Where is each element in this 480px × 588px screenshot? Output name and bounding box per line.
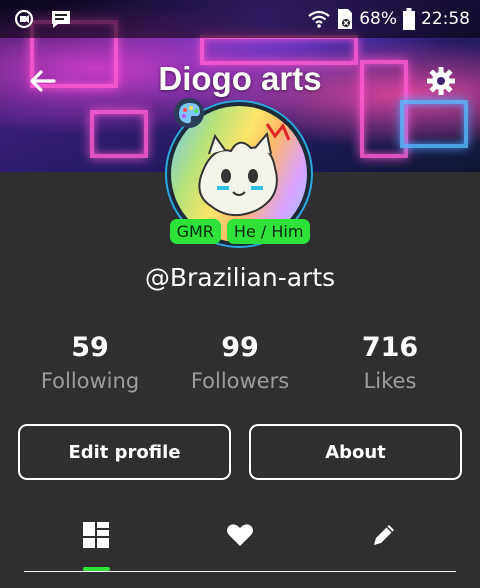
pronoun-badge: He / Him: [226, 219, 311, 244]
about-button[interactable]: About: [249, 424, 462, 480]
message-icon: [52, 11, 70, 28]
banner-decoration: [400, 100, 468, 148]
top-bar: Diogo arts: [0, 58, 480, 106]
username: @Brazilian-arts: [144, 263, 336, 292]
battery-icon: [403, 8, 415, 30]
profile-tags: GMR He / Him: [0, 219, 480, 244]
battery-percent: 68%: [359, 9, 397, 29]
gear-icon[interactable]: [424, 64, 458, 98]
clock: 22:58: [421, 9, 470, 29]
palette-badge-icon: [174, 98, 204, 128]
profile-stats: 59 Following 99 Followers 716 Likes: [0, 332, 480, 412]
grid-icon: [83, 522, 109, 548]
wifi-icon: [308, 10, 330, 28]
stat-followers[interactable]: 99 Followers: [160, 332, 320, 393]
tab-likes[interactable]: [200, 510, 280, 560]
tabs-divider: [24, 571, 456, 572]
pencil-icon: [374, 525, 394, 545]
page-title: Diogo arts: [158, 60, 322, 97]
stat-value: 99: [221, 332, 259, 363]
status-bar: 68% 22:58: [0, 0, 480, 38]
screen-record-icon: [14, 9, 34, 29]
stat-label: Following: [40, 369, 140, 393]
sim-card-icon: [338, 9, 353, 29]
profile-tabs: [0, 510, 480, 572]
tag-badge: GMR: [169, 219, 221, 244]
tab-drafts[interactable]: [344, 510, 424, 560]
banner-decoration: [90, 110, 148, 158]
stat-following[interactable]: 59 Following: [10, 332, 170, 393]
heart-icon: [227, 524, 253, 546]
edit-profile-button[interactable]: Edit profile: [18, 424, 231, 480]
stat-value: 59: [71, 332, 109, 363]
stat-likes[interactable]: 716 Likes: [310, 332, 470, 393]
stat-value: 716: [361, 332, 419, 363]
stat-label: Followers: [190, 369, 290, 393]
stat-label: Likes: [363, 369, 417, 393]
tab-posts[interactable]: [56, 510, 136, 560]
